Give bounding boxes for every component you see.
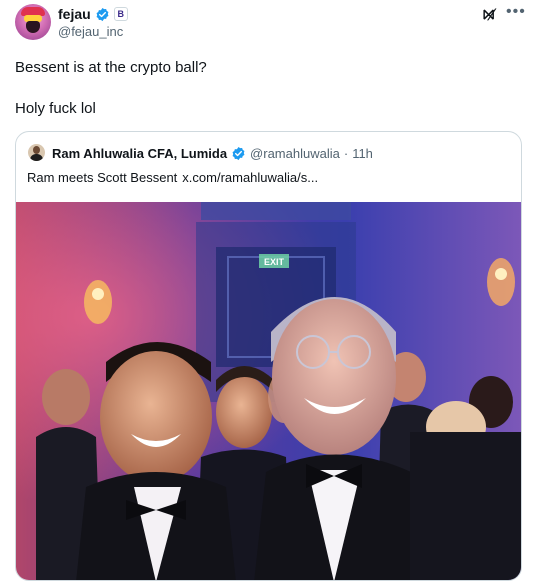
grok-icon[interactable]: ⨝̸ xyxy=(483,6,494,23)
verified-badge-icon[interactable] xyxy=(95,7,110,22)
quoted-author-row: Ram Ahluwalia CFA, Lumida @ramahluwalia … xyxy=(52,146,373,161)
author-name-row: fejau B xyxy=(58,6,128,22)
avatar-face xyxy=(26,21,40,33)
tweet-text-line-2: Holy fuck lol xyxy=(15,100,96,117)
quoted-avatar-suit xyxy=(30,154,43,161)
more-options-icon[interactable]: ••• xyxy=(506,3,526,21)
affiliate-badge-icon[interactable]: B xyxy=(113,7,128,21)
quoted-photo[interactable]: EXIT xyxy=(16,202,522,581)
quoted-separator: · xyxy=(343,146,349,161)
author-handle[interactable]: @fejau_inc xyxy=(58,24,123,39)
tweet-text-line-1: Bessent is at the crypto ball? xyxy=(15,59,207,76)
quoted-author-avatar[interactable] xyxy=(28,144,45,161)
quoted-display-name[interactable]: Ram Ahluwalia CFA, Lumida xyxy=(52,146,227,161)
quoted-link[interactable]: x.com/ramahluwalia/s... xyxy=(182,170,318,185)
quoted-avatar-head xyxy=(33,146,40,154)
quoted-handle[interactable]: @ramahluwalia xyxy=(250,146,340,161)
quoted-tweet-card[interactable]: Ram Ahluwalia CFA, Lumida @ramahluwalia … xyxy=(15,131,522,581)
quoted-timestamp[interactable]: 11h xyxy=(352,146,373,161)
quoted-verified-badge-icon xyxy=(232,146,245,161)
author-avatar[interactable] xyxy=(15,4,51,40)
quoted-text-body: Ram meets Scott Bessent xyxy=(27,170,178,185)
exit-sign: EXIT xyxy=(264,257,285,267)
quoted-tweet-text: Ram meets Scott Bessent x.com/ramahluwali… xyxy=(27,170,318,185)
author-display-name[interactable]: fejau xyxy=(58,6,91,22)
